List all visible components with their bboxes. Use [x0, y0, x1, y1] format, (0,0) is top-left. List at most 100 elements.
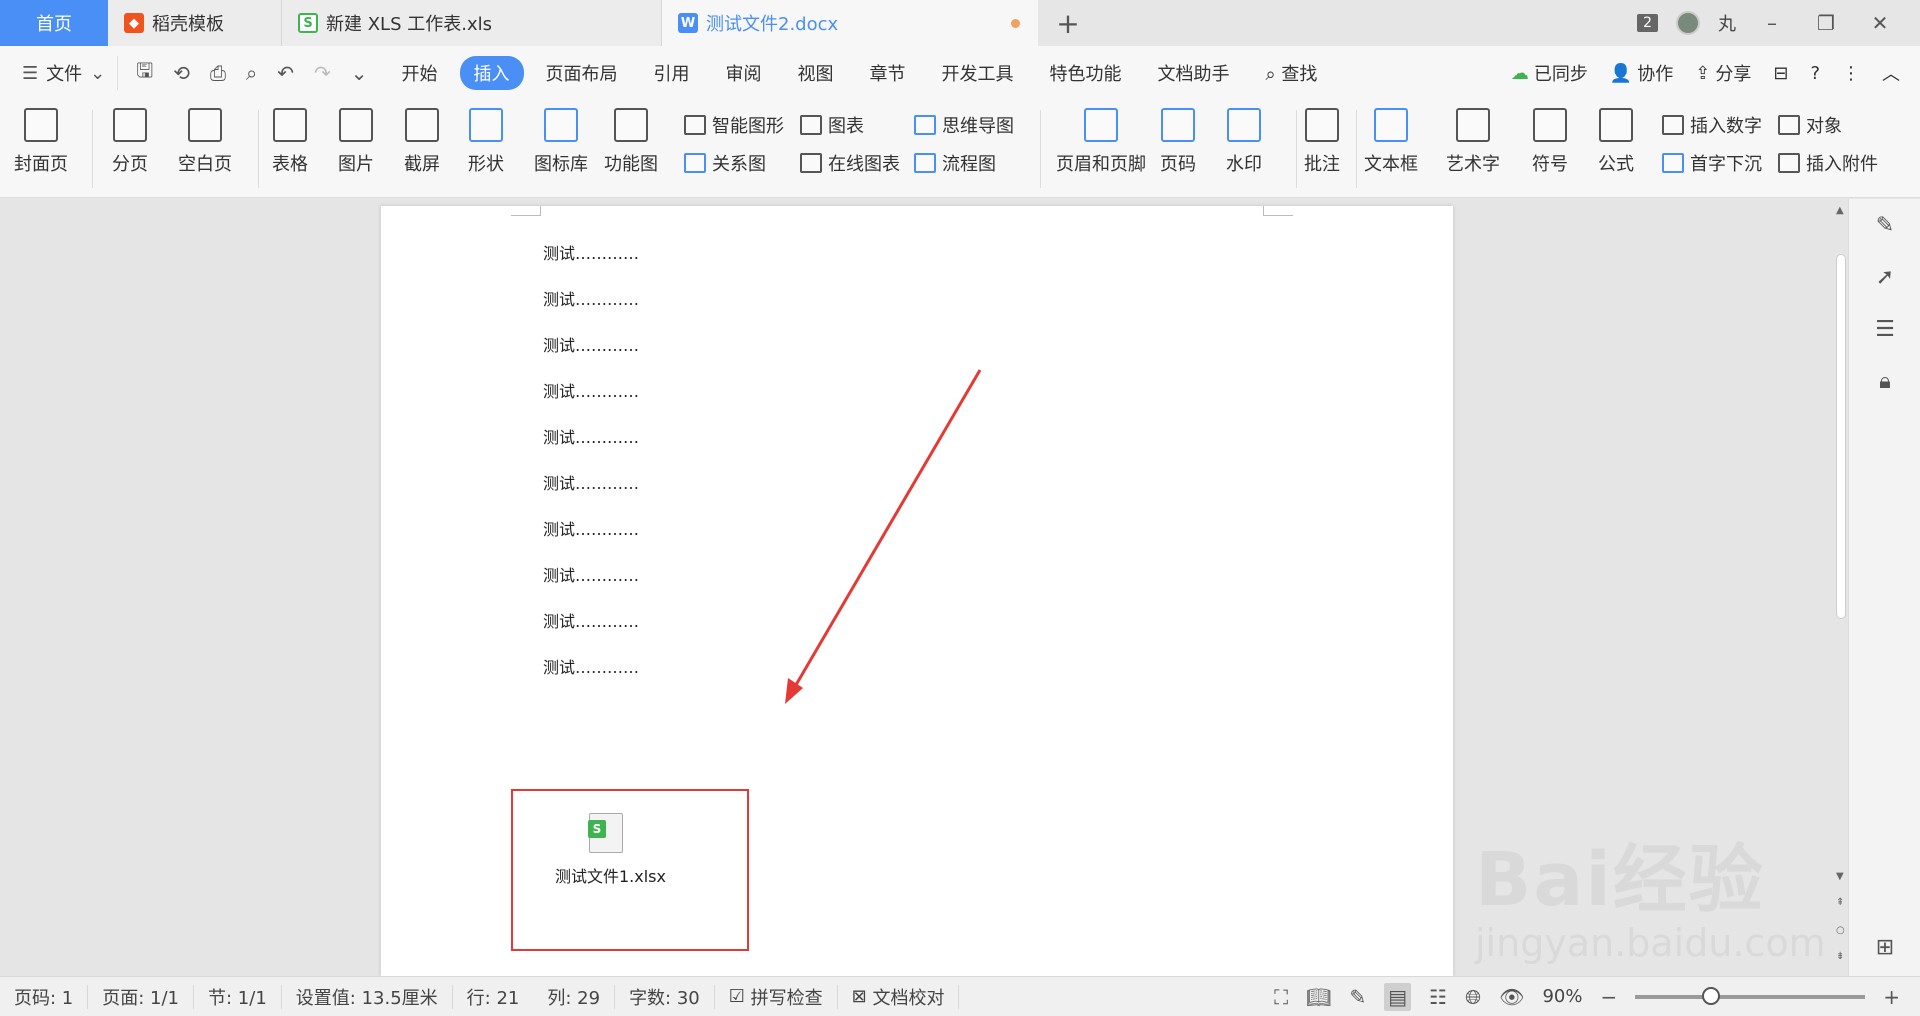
cursor-icon[interactable]: ➚: [1871, 265, 1899, 293]
doc-line[interactable]: 测试…………: [543, 654, 639, 678]
tab-view[interactable]: 视图: [784, 56, 848, 90]
vertical-scrollbar[interactable]: ▲ ▼ ⇞ ○ ⇟: [1834, 199, 1848, 976]
fullscreen-icon[interactable]: ⛶: [1274, 985, 1288, 1009]
user-name[interactable]: 丸: [1718, 10, 1736, 36]
spell-check-button[interactable]: ☑ 拼写检查: [715, 984, 838, 1009]
new-tab-button[interactable]: +: [1038, 0, 1098, 46]
screenshot-button[interactable]: 截屏: [404, 108, 440, 176]
tab-chapter[interactable]: 章节: [856, 56, 920, 90]
scroll-down-icon[interactable]: ▼: [1836, 871, 1844, 882]
redo-icon[interactable]: ↷: [314, 61, 331, 85]
more-tools-icon[interactable]: ⊟: [1773, 63, 1788, 84]
zoom-slider[interactable]: [1635, 986, 1866, 1005]
doc-line[interactable]: 测试…………: [543, 562, 639, 586]
scroll-thumb[interactable]: [1836, 254, 1846, 619]
status-word-count[interactable]: 字数: 30: [615, 984, 715, 1009]
collapse-ribbon-icon[interactable]: ︿: [1882, 60, 1900, 86]
status-page-number[interactable]: 页码: 1: [0, 984, 89, 1009]
avatar[interactable]: [1676, 11, 1700, 35]
chart-button[interactable]: 图表: [800, 112, 864, 138]
tab-doc-active[interactable]: W 测试文件2.docx: [662, 0, 1038, 46]
doc-line[interactable]: 测试…………: [543, 424, 639, 448]
share-button[interactable]: ⇪ 分享: [1695, 60, 1751, 86]
doc-line[interactable]: 测试…………: [543, 286, 639, 310]
print-preview-icon[interactable]: ⌕: [246, 61, 257, 85]
reading-mode-icon[interactable]: 📖︎: [1306, 985, 1331, 1009]
format-painter-icon[interactable]: ⟲: [173, 61, 190, 85]
sync-status-button[interactable]: ☁ 已同步: [1511, 60, 1588, 86]
attachment-name[interactable]: 测试文件1.xlsx: [555, 863, 666, 887]
doc-line[interactable]: 测试…………: [543, 608, 639, 632]
icon-library-button[interactable]: 图标库: [534, 108, 588, 176]
shape-button[interactable]: 形状: [468, 108, 504, 176]
object-button[interactable]: 对象: [1778, 112, 1842, 138]
apps-grid-icon[interactable]: ⊞: [1871, 935, 1899, 963]
prev-page-icon[interactable]: ⇞: [1836, 897, 1844, 908]
header-footer-button[interactable]: 页眉和页脚: [1056, 108, 1146, 176]
edit-mode-icon[interactable]: ✎: [1349, 985, 1366, 1009]
window-count-badge[interactable]: 2: [1637, 14, 1658, 32]
search-button[interactable]: ⌕ 查找: [1252, 56, 1332, 90]
zoom-out-icon[interactable]: −: [1600, 985, 1617, 1009]
tab-page-layout[interactable]: 页面布局: [532, 56, 632, 90]
page-number-button[interactable]: 页码: [1160, 108, 1196, 176]
outline-view-icon[interactable]: ☷: [1429, 985, 1447, 1009]
tab-start[interactable]: 开始: [388, 56, 452, 90]
blank-page-button[interactable]: 空白页: [178, 108, 232, 176]
page-break-button[interactable]: 分页: [112, 108, 148, 176]
tab-doc-assistant[interactable]: 文档助手: [1144, 56, 1244, 90]
file-menu[interactable]: ☰ 文件 ⌄: [0, 60, 117, 86]
symbol-button[interactable]: 符号: [1532, 108, 1568, 176]
smart-art-button[interactable]: 智能图形: [684, 112, 784, 138]
minimize-icon[interactable]: –: [1754, 11, 1790, 35]
restore-icon[interactable]: ❐: [1808, 11, 1844, 35]
tab-review[interactable]: 审阅: [712, 56, 776, 90]
help-icon[interactable]: ?: [1810, 63, 1820, 84]
mind-map-button[interactable]: 思维导图: [914, 112, 1014, 138]
status-section[interactable]: 节: 1/1: [194, 984, 282, 1009]
tab-features[interactable]: 特色功能: [1036, 56, 1136, 90]
tab-home[interactable]: 首页: [0, 0, 108, 46]
tab-insert[interactable]: 插入: [459, 56, 524, 90]
more-icon[interactable]: ⋮: [1842, 63, 1860, 84]
table-button[interactable]: 表格: [272, 108, 308, 176]
zoom-slider-knob[interactable]: [1702, 986, 1721, 1005]
relation-chart-button[interactable]: 关系图: [684, 150, 766, 176]
print-icon[interactable]: ⎙: [210, 61, 226, 85]
doc-proofread-button[interactable]: ⊠ 文档校对: [838, 984, 960, 1009]
save-icon[interactable]: 🖫: [136, 56, 153, 90]
zoom-level[interactable]: 90%: [1542, 986, 1582, 1007]
tab-references[interactable]: 引用: [640, 56, 704, 90]
online-chart-button[interactable]: 在线图表: [800, 150, 900, 176]
doc-line[interactable]: 测试…………: [543, 332, 639, 356]
tab-docer[interactable]: ◆ 稻壳模板: [108, 0, 282, 46]
document-page[interactable]: 测试………… 测试………… 测试………… 测试………… 测试………… 测试…………: [381, 206, 1453, 976]
collab-button[interactable]: 👤 协作: [1610, 60, 1673, 86]
function-chart-button[interactable]: 功能图: [604, 108, 658, 176]
undo-icon[interactable]: ↶: [277, 61, 294, 85]
pen-icon[interactable]: ✎: [1871, 213, 1899, 241]
insert-number-button[interactable]: 插入数字: [1662, 112, 1762, 138]
doc-line[interactable]: 测试…………: [543, 470, 639, 494]
xlsx-file-icon[interactable]: S: [588, 813, 623, 853]
browse-object-icon[interactable]: ○: [1836, 925, 1845, 936]
status-pages[interactable]: 页面: 1/1: [88, 984, 195, 1009]
doc-line[interactable]: 测试…………: [543, 378, 639, 402]
textbox-button[interactable]: 文本框: [1364, 108, 1418, 176]
comment-button[interactable]: 批注: [1304, 108, 1340, 176]
picture-button[interactable]: 图片: [338, 108, 374, 176]
cover-page-button[interactable]: 封面页: [14, 108, 68, 176]
formula-button[interactable]: 公式: [1598, 108, 1634, 176]
drop-cap-button[interactable]: 首字下沉: [1662, 150, 1762, 176]
tab-xls[interactable]: S 新建 XLS 工作表.xls: [282, 0, 662, 46]
doc-line[interactable]: 测试…………: [543, 240, 639, 264]
watermark-button[interactable]: 水印: [1226, 108, 1262, 176]
flowchart-button[interactable]: 流程图: [914, 150, 996, 176]
next-page-icon[interactable]: ⇟: [1836, 951, 1844, 962]
customize-toolbar-icon[interactable]: ⌄: [351, 61, 368, 85]
insert-attachment-button[interactable]: 插入附件: [1778, 150, 1878, 176]
doc-line[interactable]: 测试…………: [543, 516, 639, 540]
sliders-icon[interactable]: ☰: [1871, 317, 1899, 345]
lock-icon[interactable]: 🔒︎: [1871, 369, 1899, 397]
wordart-button[interactable]: 艺术字: [1446, 108, 1500, 176]
